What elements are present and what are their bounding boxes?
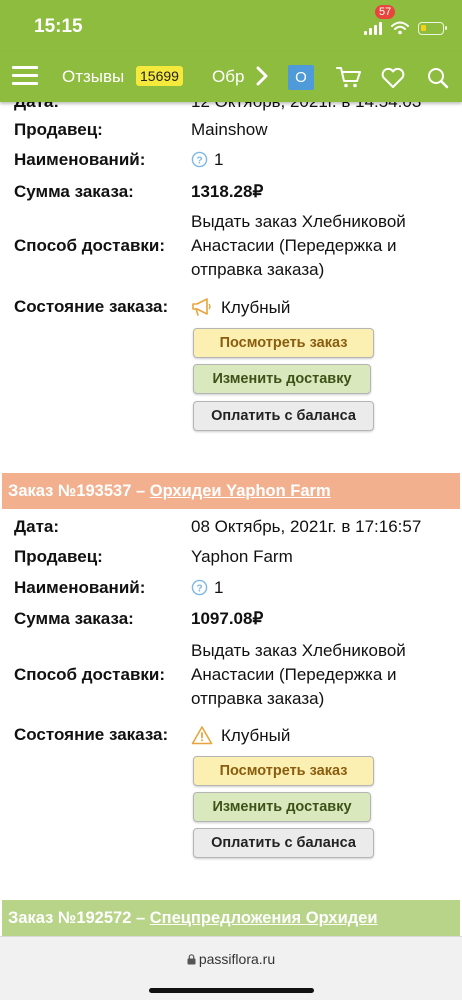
reviews-count-badge: 15699 — [136, 66, 183, 86]
items-value: 1 — [214, 150, 224, 169]
seller-value: Mainshow — [191, 120, 268, 139]
battery-icon — [418, 21, 447, 35]
change-delivery-button[interactable]: Изменить доставку — [193, 792, 371, 822]
order-header: Заказ №193537 – Орхидеи Yaphon Farm — [2, 473, 460, 509]
cart-icon[interactable] — [336, 65, 362, 89]
search-icon[interactable] — [426, 66, 450, 90]
items-label: Наименований: — [14, 578, 146, 597]
delivery-label: Способ доставки: — [14, 236, 166, 255]
pay-from-balance-button[interactable]: Оплатить с баланса — [193, 828, 374, 858]
items-label: Наименований: — [14, 150, 146, 169]
date-value: 12 Октябрь, 2021г. в 14:54:03 — [191, 102, 421, 112]
svg-text:?: ? — [196, 583, 202, 594]
delivery-value: Выдать заказ Хлебниковой Анастасии (Пере… — [191, 641, 406, 708]
warning-icon — [191, 726, 213, 745]
seller-value: Yaphon Farm — [191, 547, 293, 566]
heart-icon[interactable] — [380, 66, 406, 90]
status-label: Состояние заказа: — [14, 725, 169, 744]
items-value: 1 — [214, 578, 224, 597]
order-seller-link[interactable]: Орхидеи Yaphon Farm — [150, 482, 331, 500]
nav-truncated-link[interactable]: Обр — [212, 67, 246, 87]
nav-reviews-link[interactable]: Отзывы — [62, 67, 124, 87]
question-icon[interactable]: ? — [191, 151, 208, 168]
seller-label: Продавец: — [14, 120, 103, 139]
sum-label: Сумма заказа: — [14, 609, 134, 628]
clock: 15:15 — [34, 16, 83, 37]
question-icon[interactable]: ? — [191, 579, 208, 596]
browser-address-bar[interactable]: passiflora.ru — [0, 936, 462, 1000]
delivery-value: Выдать заказ Хлебниковой Анастасии (Пере… — [191, 212, 406, 279]
order-header: Заказ №192572 – Спецпредложения Орхидеи — [2, 900, 460, 936]
date-value: 08 Октябрь, 2021г. в 17:16:57 — [191, 517, 422, 536]
sum-value: 1318.28₽ — [191, 182, 264, 201]
sum-label: Сумма заказа: — [14, 182, 134, 201]
cellular-signal-icon — [364, 21, 382, 35]
home-indicator[interactable] — [149, 988, 314, 993]
date-label: Дата: — [14, 517, 60, 536]
status-value: Клубный — [221, 726, 291, 745]
seller-label: Продавец: — [14, 547, 103, 566]
favorites-count-badge: 57 — [375, 5, 396, 19]
status-label: Состояние заказа: — [14, 297, 169, 316]
wifi-icon — [391, 21, 409, 35]
svg-text:?: ? — [196, 155, 202, 166]
order-seller-link[interactable]: Спецпредложения Орхидеи — [150, 909, 378, 927]
view-order-button[interactable]: Посмотреть заказ — [193, 328, 374, 358]
megaphone-icon — [192, 298, 211, 316]
view-order-button[interactable]: Посмотреть заказ — [193, 756, 374, 786]
order-number: Заказ №192572 – — [8, 909, 150, 927]
chevron-right-icon[interactable] — [254, 64, 270, 88]
o-button[interactable]: О — [288, 65, 314, 90]
lock-icon — [187, 954, 196, 965]
order-number: Заказ №193537 – — [8, 482, 150, 500]
date-label: Дата: — [14, 102, 59, 112]
status-value: Клубный — [221, 298, 291, 317]
delivery-label: Способ доставки: — [14, 665, 166, 684]
sum-value: 1097.08₽ — [191, 609, 264, 628]
url-text[interactable]: passiflora.ru — [199, 951, 275, 967]
change-delivery-button[interactable]: Изменить доставку — [193, 364, 371, 394]
orders-list: Дата: 12 Октябрь, 2021г. в 14:54:03 Прод… — [0, 102, 462, 936]
top-navigation: Отзывы 15699 Обр О — [0, 52, 462, 102]
menu-icon[interactable] — [12, 66, 38, 86]
pay-from-balance-button[interactable]: Оплатить с баланса — [193, 401, 374, 431]
